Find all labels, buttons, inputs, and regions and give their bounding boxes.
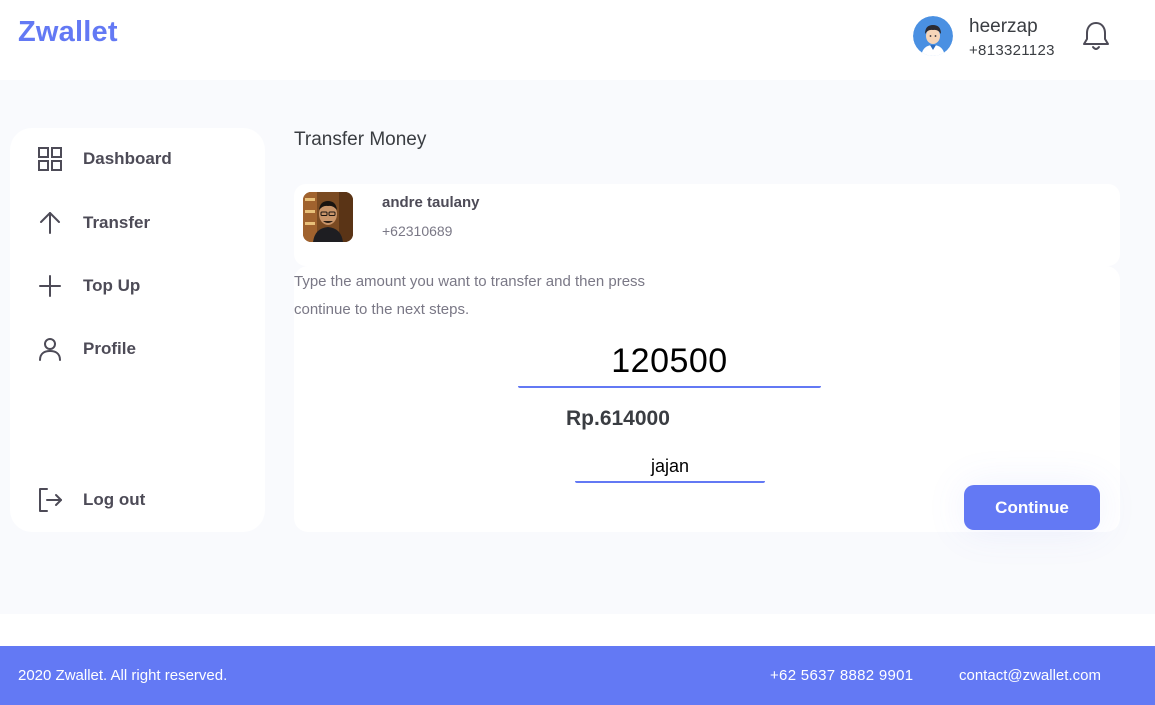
footer-copyright: 2020 Zwallet. All right reserved. [18,667,228,684]
user-icon [36,335,64,363]
recipient-phone: +62310689 [382,223,453,239]
arrow-up-icon [36,209,64,237]
sidebar-item-dashboard[interactable]: Dashboard [36,142,246,176]
footer-phone: +62 5637 8882 9901 [770,667,914,684]
recipient-avatar [303,192,353,242]
amount-input[interactable]: 120500 [518,336,821,388]
main-area: Dashboard Transfer Top Up Profile Log ou… [0,80,1155,614]
bell-icon[interactable] [1081,20,1111,52]
sidebar-item-label: Profile [83,339,136,358]
sidebar-item-label: Dashboard [83,149,172,168]
page-title: Transfer Money [294,129,427,150]
logout-icon [36,486,64,514]
recipient-name: andre taulany [382,194,480,211]
logout-label: Log out [83,490,146,509]
user-avatar[interactable] [913,16,953,56]
user-name: heerzap [969,16,1038,37]
sidebar: Dashboard Transfer Top Up Profile Log ou… [10,128,265,532]
transfer-instructions: Type the amount you want to transfer and… [294,273,646,318]
user-phone: +813321123 [969,42,1055,59]
sidebar-item-top-up[interactable]: Top Up [36,269,246,303]
balance-available: Rp.614000 [566,407,670,430]
sidebar-item-label: Top Up [83,276,141,295]
sidebar-item-label: Transfer [83,213,151,232]
top-header: Zwallet heerzap +813321123 [0,0,1155,80]
footer-email[interactable]: contact@zwallet.com [959,667,1101,684]
footer: 2020 Zwallet. All right reserved. +62 56… [0,646,1155,705]
note-input[interactable]: jajan [575,453,765,483]
sidebar-item-profile[interactable]: Profile [36,332,246,366]
grid-icon [36,145,64,173]
plus-icon [36,272,64,300]
logout-button[interactable]: Log out [36,483,246,517]
brand-logo[interactable]: Zwallet [18,16,118,49]
continue-button[interactable]: Continue [964,485,1100,530]
sidebar-item-transfer[interactable]: Transfer [36,206,246,240]
